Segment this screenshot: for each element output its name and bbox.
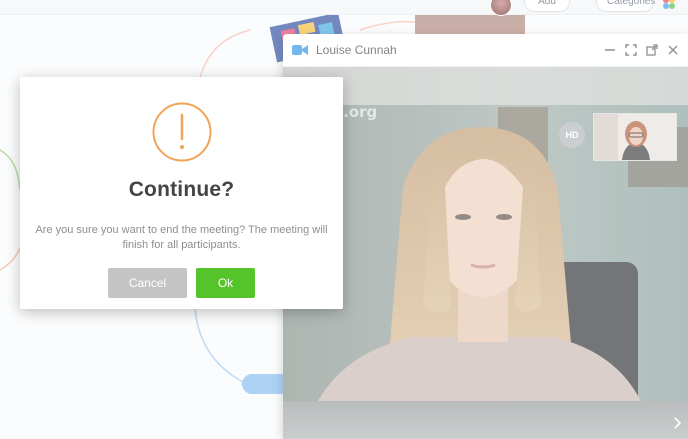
self-view-thumbnail[interactable] (593, 113, 677, 161)
add-button[interactable]: Add (524, 0, 570, 12)
video-controls-bar (283, 401, 688, 439)
dialog-title: Continue? (128, 178, 235, 201)
video-camera-icon (292, 45, 308, 55)
ok-button[interactable]: Ok (196, 268, 255, 298)
remote-video-feed[interactable]: si.org HD (283, 67, 688, 439)
fullscreen-icon[interactable] (624, 43, 638, 57)
top-toolbar: Add Categories (0, 0, 688, 16)
minimize-icon[interactable] (603, 43, 617, 57)
avatar[interactable] (490, 0, 512, 16)
hd-badge: HD (559, 122, 585, 148)
categories-icon[interactable] (662, 0, 676, 10)
video-window-titlebar[interactable]: Louise Cunnah (283, 34, 688, 67)
categories-button[interactable]: Categories (596, 0, 655, 12)
popout-icon[interactable] (645, 43, 659, 57)
chevron-right-icon[interactable] (672, 417, 682, 429)
dialog-message: Are you sure you want to end the meeting… (35, 224, 328, 251)
cancel-button[interactable]: Cancel (108, 268, 187, 298)
warning-icon (152, 102, 212, 162)
close-icon[interactable] (666, 43, 680, 57)
self-view-image (594, 114, 676, 160)
video-call-window: Louise Cunnah si.org HD (283, 34, 688, 439)
participant-name: Louise Cunnah (316, 43, 397, 57)
confirm-end-meeting-dialog: Continue? Are you sure you want to end t… (20, 77, 343, 309)
